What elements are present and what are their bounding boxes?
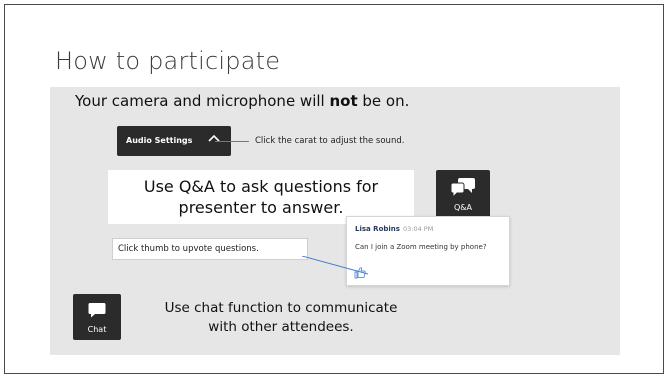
- qa-button[interactable]: Q&A: [436, 170, 490, 220]
- question-text: Can I join a Zoom meeting by phone?: [355, 243, 487, 251]
- audio-settings-label: Audio Settings: [126, 136, 193, 145]
- camera-notice-suffix: be on.: [357, 92, 410, 110]
- chat-button-label: Chat: [87, 325, 107, 334]
- camera-notice-prefix: Your camera and microphone will: [75, 92, 330, 110]
- qa-button-label: Q&A: [453, 203, 472, 212]
- chat-instruction: Use chat function to communicate with ot…: [164, 300, 398, 335]
- chat-button[interactable]: Chat: [73, 294, 121, 340]
- camera-notice-emphasis: not: [329, 92, 358, 110]
- slide-title: How to participate: [55, 47, 281, 75]
- question-time: 03:04 PM: [403, 225, 434, 233]
- audio-settings-button[interactable]: Audio Settings: [117, 126, 231, 156]
- qa-instruction: Use Q&A to ask questions for presenter t…: [143, 177, 379, 217]
- upvote-callout-text: Click thumb to upvote questions.: [118, 244, 259, 254]
- upvote-callout-box: Click thumb to upvote questions.: [112, 238, 308, 260]
- upvote-callout-line: [302, 256, 369, 275]
- audio-callout-text: Click the carat to adjust the sound.: [255, 136, 405, 146]
- question-author: Lisa Robins: [355, 225, 400, 233]
- qa-bubbles-icon: [450, 178, 475, 198]
- audio-callout-line: [215, 141, 249, 142]
- chat-bubble-icon: [88, 303, 106, 318]
- camera-notice: Your camera and microphone will not be o…: [75, 92, 409, 110]
